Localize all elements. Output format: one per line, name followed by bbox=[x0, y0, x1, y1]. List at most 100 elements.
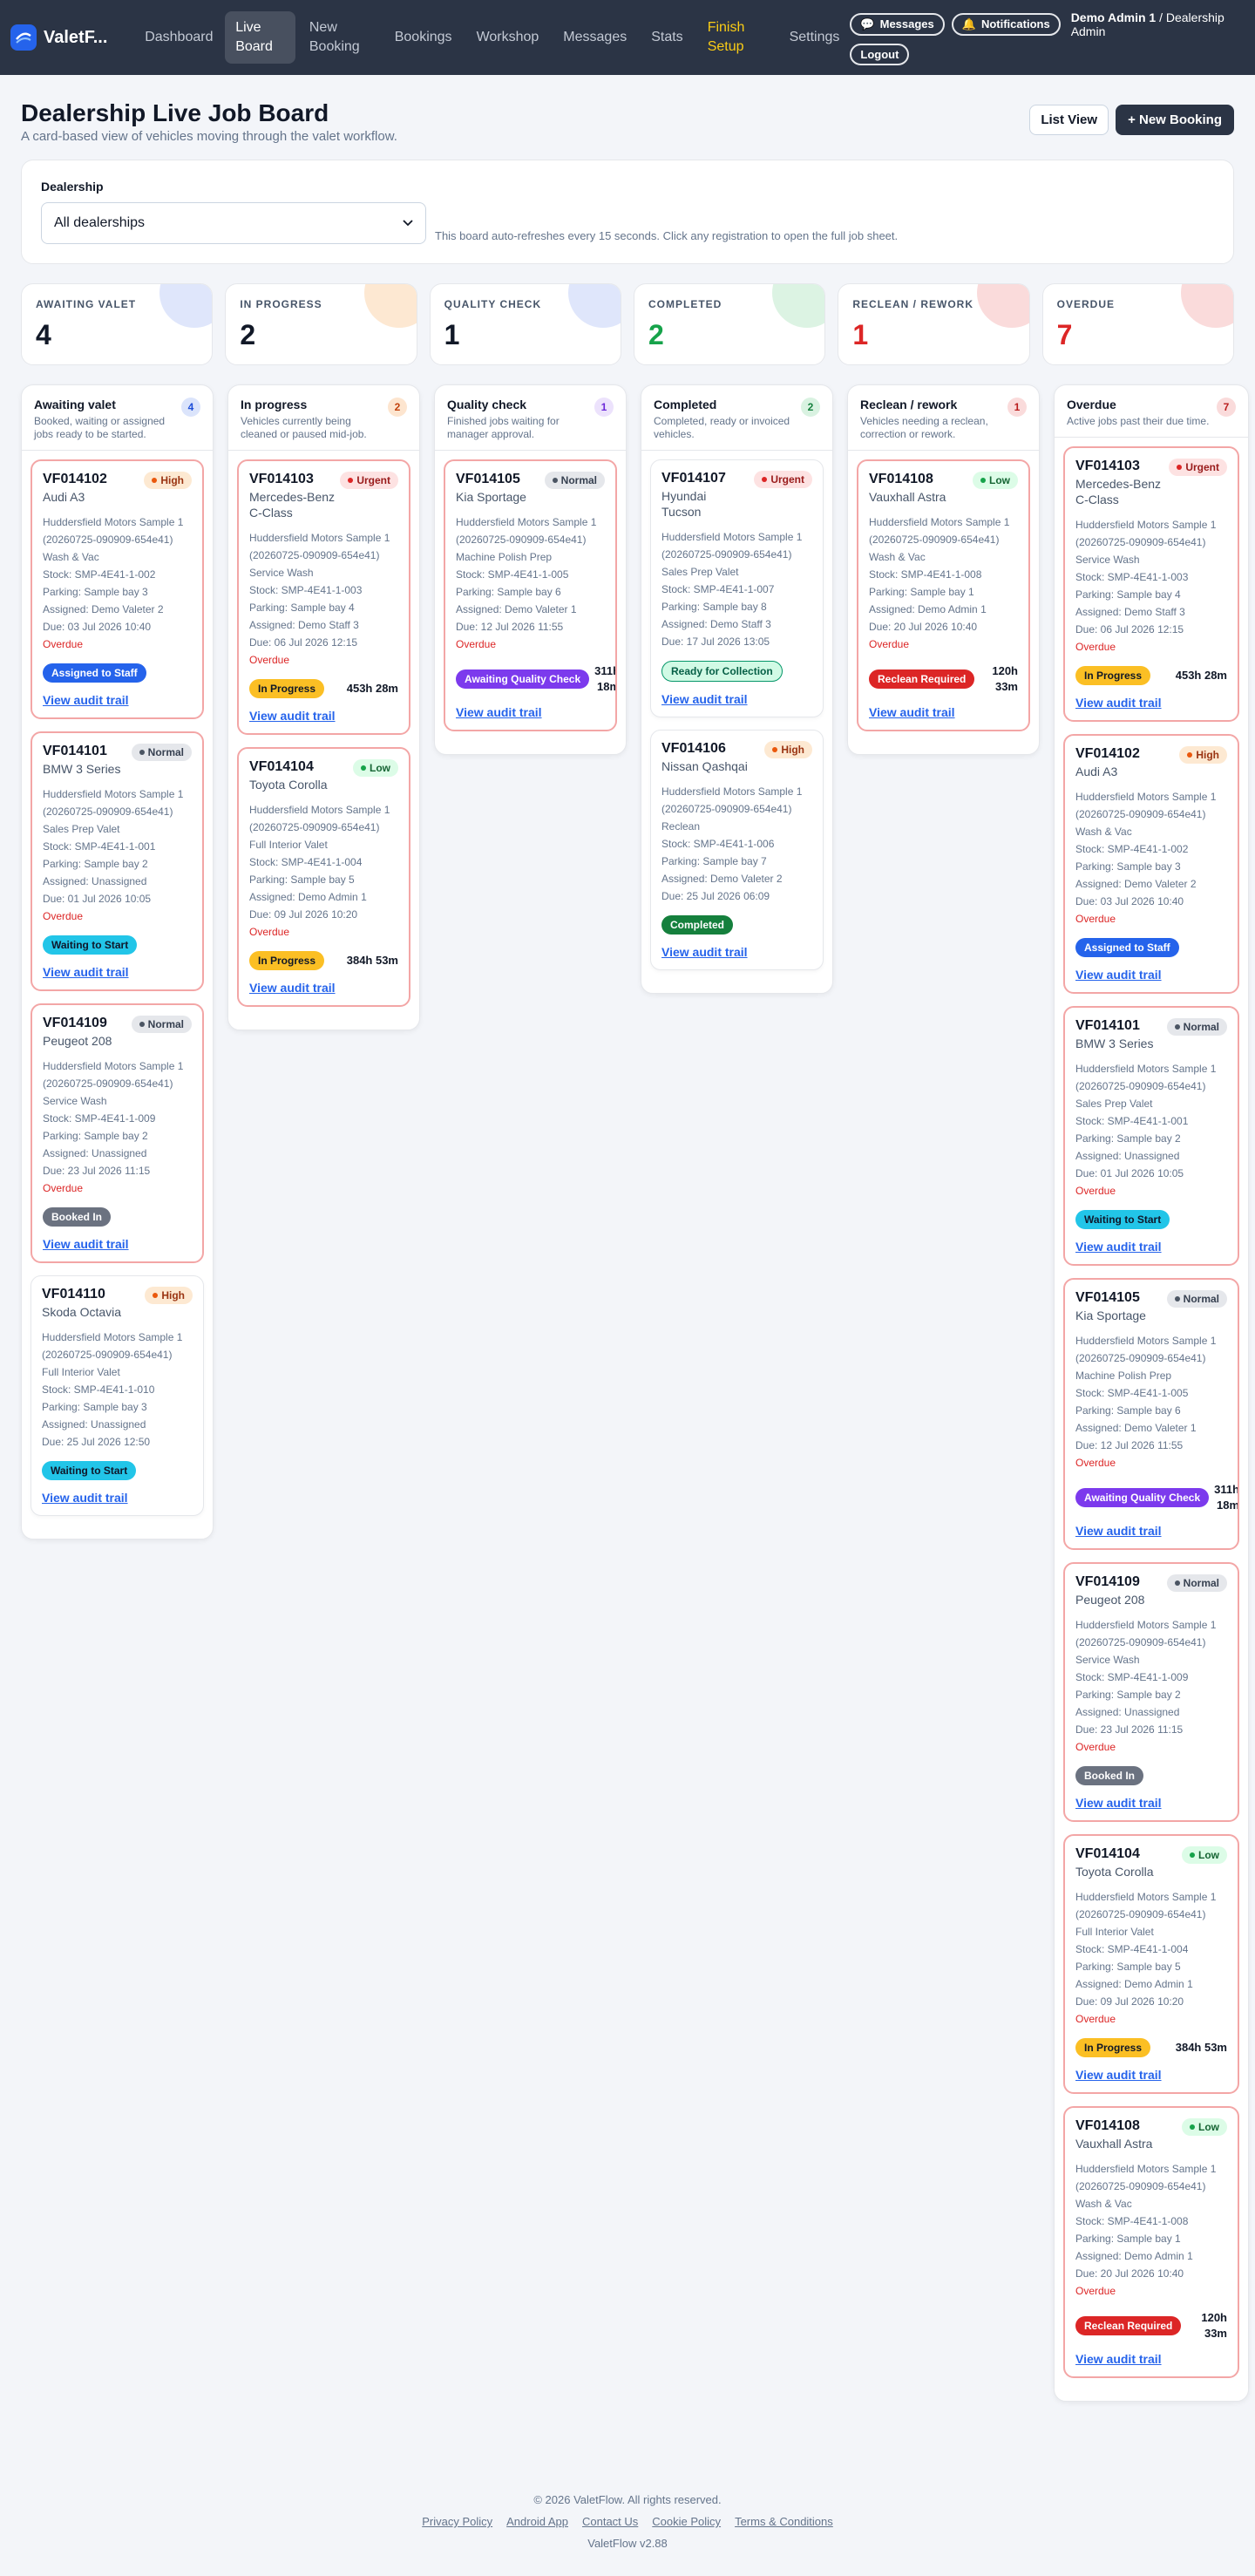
view-audit-trail-link[interactable]: View audit trail bbox=[661, 945, 812, 959]
job-parking: Parking: Sample bay 3 bbox=[42, 1401, 147, 1413]
brand-logo[interactable]: ValetF... bbox=[10, 24, 127, 51]
priority-dot-icon bbox=[1177, 465, 1183, 470]
stat-label: COMPLETED bbox=[648, 298, 722, 310]
nav-link-live-board[interactable]: Live Board bbox=[225, 11, 295, 64]
vehicle-model: Mercedes-Benz C-Class bbox=[1075, 477, 1162, 506]
footer-link-android-app[interactable]: Android App bbox=[506, 2515, 568, 2528]
column-header-text: Reclean / rework Vehicles needing a recle… bbox=[860, 398, 1007, 441]
job-due: Due: 12 Jul 2026 11:55 bbox=[1075, 1439, 1184, 1451]
job-registration-link[interactable]: VF014104 bbox=[249, 759, 314, 774]
job-registration-link[interactable]: VF014101 bbox=[1075, 1018, 1140, 1033]
job-assigned: Assigned: Unassigned bbox=[42, 1418, 146, 1431]
job-registration-link[interactable]: VF014105 bbox=[456, 472, 520, 486]
job-due: Due: 09 Jul 2026 10:20 bbox=[1075, 1995, 1184, 2008]
job-due: Due: 25 Jul 2026 12:50 bbox=[42, 1436, 151, 1448]
view-audit-trail-link[interactable]: View audit trail bbox=[42, 1491, 193, 1505]
footer-link-contact-us[interactable]: Contact Us bbox=[582, 2515, 638, 2528]
job-stock: Stock: SMP-4E41-1-009 bbox=[43, 1112, 156, 1125]
nav-link-dashboard[interactable]: Dashboard bbox=[134, 21, 221, 54]
view-audit-trail-link[interactable]: View audit trail bbox=[1075, 1240, 1227, 1254]
view-audit-trail-link[interactable]: View audit trail bbox=[661, 692, 812, 706]
vehicle-model: Mercedes-Benz C-Class bbox=[249, 490, 336, 520]
board-column-in-progress: In progress Vehicles currently being clea… bbox=[227, 384, 420, 1030]
job-stock: Stock: SMP-4E41-1-003 bbox=[1075, 571, 1189, 583]
job-registration-link[interactable]: VF014101 bbox=[43, 744, 107, 758]
view-audit-trail-link[interactable]: View audit trail bbox=[249, 981, 398, 995]
job-dealer: Huddersfield Motors Sample 1 (20260725-0… bbox=[869, 516, 1010, 546]
view-audit-trail-link[interactable]: View audit trail bbox=[1075, 1524, 1227, 1538]
job-registration-link[interactable]: VF014108 bbox=[869, 472, 933, 486]
view-audit-trail-link[interactable]: View audit trail bbox=[43, 1237, 192, 1251]
column-divider bbox=[228, 450, 419, 451]
job-details: Huddersfield Motors Sample 1 (20260725-0… bbox=[43, 513, 192, 636]
job-assigned: Assigned: Demo Staff 3 bbox=[1075, 606, 1185, 618]
view-audit-trail-link[interactable]: View audit trail bbox=[456, 705, 605, 719]
view-audit-trail-link[interactable]: View audit trail bbox=[43, 693, 192, 707]
job-status-row: Booked In bbox=[43, 1207, 192, 1227]
vehicle-model: BMW 3 Series bbox=[1075, 1037, 1154, 1050]
nav-link-new-booking[interactable]: New Booking bbox=[299, 11, 381, 64]
new-booking-button[interactable]: + New Booking bbox=[1116, 105, 1234, 135]
job-registration-link[interactable]: VF014109 bbox=[1075, 1574, 1140, 1589]
view-audit-trail-link[interactable]: View audit trail bbox=[1075, 2068, 1227, 2082]
priority-label: High bbox=[1196, 749, 1219, 761]
job-parking: Parking: Sample bay 7 bbox=[661, 855, 767, 867]
job-registration-link[interactable]: VF014109 bbox=[43, 1016, 107, 1030]
notifications-button[interactable]: 🔔 Notifications bbox=[951, 12, 1061, 36]
messages-button[interactable]: 💬 Messages bbox=[850, 12, 945, 36]
nav-link-stats[interactable]: Stats bbox=[641, 21, 693, 54]
view-audit-trail-link[interactable]: View audit trail bbox=[1075, 1796, 1227, 1810]
column-divider bbox=[641, 450, 832, 451]
job-registration-link[interactable]: VF014102 bbox=[43, 472, 107, 486]
column-title: Awaiting valet bbox=[34, 398, 116, 411]
nav-link-finish-setup[interactable]: Finish Setup bbox=[697, 11, 776, 64]
job-card-header: VF014108 Vauxhall Astra Low bbox=[869, 472, 1018, 505]
list-view-button[interactable]: List View bbox=[1029, 105, 1109, 135]
overdue-flag: Overdue bbox=[43, 638, 84, 650]
job-details: Huddersfield Motors Sample 1 (20260725-0… bbox=[43, 785, 192, 907]
footer-link-privacy-policy[interactable]: Privacy Policy bbox=[422, 2515, 492, 2528]
job-registration-link[interactable]: VF014110 bbox=[42, 1287, 105, 1302]
vehicle-model: Kia Sportage bbox=[456, 490, 526, 504]
job-registration-link[interactable]: VF014103 bbox=[249, 472, 314, 486]
overdue-flag: Overdue bbox=[1075, 913, 1116, 925]
job-registration-link[interactable]: VF014106 bbox=[661, 741, 726, 756]
view-audit-trail-link[interactable]: View audit trail bbox=[869, 705, 1018, 719]
view-audit-trail-link[interactable]: View audit trail bbox=[249, 709, 398, 723]
stat-card-awaiting-valet: AWAITING VALET 4 bbox=[21, 283, 214, 365]
view-audit-trail-link[interactable]: View audit trail bbox=[43, 965, 192, 979]
job-registration-link[interactable]: VF014103 bbox=[1075, 459, 1140, 473]
priority-dot-icon bbox=[552, 478, 558, 483]
priority-dot-icon bbox=[762, 477, 768, 482]
stat-value: 4 bbox=[36, 319, 51, 350]
nav-link-workshop[interactable]: Workshop bbox=[466, 21, 550, 54]
job-card: VF014107 Hyundai Tucson Urgent Huddersfield… bbox=[650, 459, 824, 717]
status-badge: Waiting to Start bbox=[1075, 1210, 1170, 1229]
priority-badge: Urgent bbox=[754, 471, 812, 488]
job-dealer: Huddersfield Motors Sample 1 (20260725-0… bbox=[249, 804, 390, 833]
view-audit-trail-link[interactable]: View audit trail bbox=[1075, 968, 1227, 982]
job-status-row: In Progress 453h 28m bbox=[249, 679, 398, 698]
footer-link-cookie-policy[interactable]: Cookie Policy bbox=[652, 2515, 721, 2528]
footer: © 2026 ValetFlow. All rights reserved. P… bbox=[0, 2493, 1255, 2550]
view-audit-trail-link[interactable]: View audit trail bbox=[1075, 2352, 1227, 2366]
job-dealer: Huddersfield Motors Sample 1 (20260725-0… bbox=[43, 516, 184, 546]
job-parking: Parking: Sample bay 2 bbox=[1075, 1132, 1181, 1145]
footer-link-terms-conditions[interactable]: Terms & Conditions bbox=[735, 2515, 833, 2528]
priority-label: Low bbox=[1198, 2121, 1219, 2133]
view-audit-trail-link[interactable]: View audit trail bbox=[1075, 696, 1227, 710]
stat-card-completed: COMPLETED 2 bbox=[633, 283, 826, 365]
nav-link-bookings[interactable]: Bookings bbox=[384, 21, 463, 54]
job-registration-link[interactable]: VF014105 bbox=[1075, 1290, 1140, 1305]
job-registration-link[interactable]: VF014102 bbox=[1075, 746, 1140, 761]
nav-link-settings[interactable]: Settings bbox=[779, 21, 851, 54]
job-card-header: VF014109 Peugeot 208 Normal bbox=[1075, 1574, 1227, 1607]
nav-link-messages[interactable]: Messages bbox=[553, 21, 637, 54]
nav-right: 💬 Messages 🔔 Notifications Demo Admin 1 / … bbox=[850, 10, 1245, 65]
logout-button[interactable]: Logout bbox=[850, 43, 910, 65]
job-vehicle: VF014103 Mercedes-Benz C-Class bbox=[249, 472, 335, 520]
dealership-select[interactable]: All dealerships bbox=[41, 202, 426, 244]
job-registration-link[interactable]: VF014108 bbox=[1075, 2118, 1140, 2133]
job-registration-link[interactable]: VF014104 bbox=[1075, 1846, 1140, 1861]
job-registration-link[interactable]: VF014107 bbox=[661, 471, 726, 486]
